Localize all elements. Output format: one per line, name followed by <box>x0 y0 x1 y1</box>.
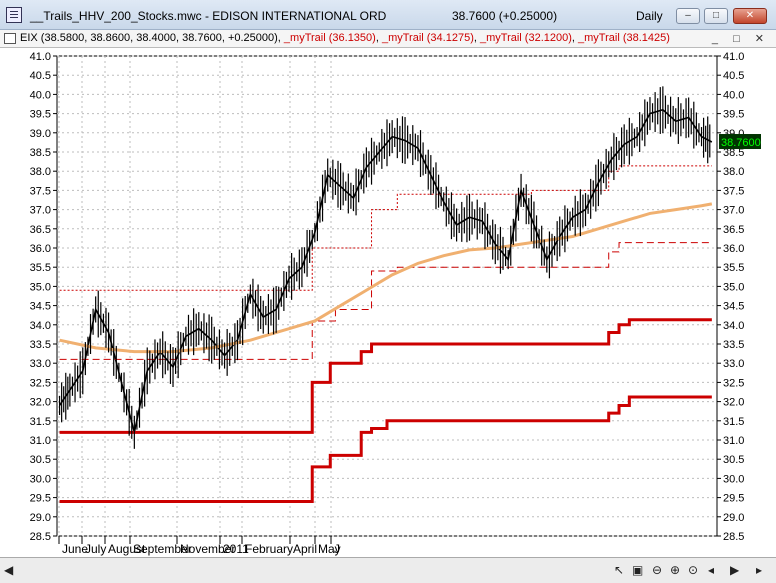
y-tick-label-left: 39.0 <box>30 128 51 140</box>
y-tick-label-right: 33.5 <box>723 339 744 351</box>
close-button[interactable]: ✕ <box>733 8 767 24</box>
y-tick-label-left: 31.0 <box>30 435 51 447</box>
title-period: Daily <box>636 9 663 23</box>
y-tick-label-right: 35.5 <box>723 262 744 274</box>
y-tick-label-left: 40.5 <box>30 70 51 82</box>
y-tick-label-left: 31.5 <box>30 416 51 428</box>
y-tick-label-left: 32.5 <box>30 377 51 389</box>
cursor-icon[interactable]: ↖ <box>614 563 624 577</box>
y-tick-label-right: 30.0 <box>723 473 744 485</box>
y-tick-label-right: 28.5 <box>723 531 744 543</box>
y-tick-label-right: 34.5 <box>723 301 744 313</box>
y-tick-label-right: 31.0 <box>723 435 744 447</box>
y-tick-label-right: 36.5 <box>723 224 744 236</box>
y-tick-label-right: 35.0 <box>723 281 744 293</box>
legend-window-buttons[interactable]: _ □ ✕ <box>712 32 770 45</box>
y-tick-label-left: 28.5 <box>30 531 51 543</box>
y-tick-label-right: 41.0 <box>723 51 744 63</box>
y-tick-label-right: 32.5 <box>723 377 744 389</box>
legend-trail-4: _myTrail (38.1425) <box>578 32 670 44</box>
scroll-left-icon[interactable]: ◀ <box>4 563 13 577</box>
y-tick-label-left: 38.5 <box>30 147 51 159</box>
y-tick-label-right: 40.0 <box>723 89 744 101</box>
legend-trail-1: _myTrail (36.1350) <box>283 32 376 44</box>
legend-window-icon <box>4 33 16 44</box>
statusbar: ◀ ▶ ↖ ▣ ⊖ ⊕ ⊙ ◂ ▸ <box>0 557 776 583</box>
y-tick-label-left: 30.0 <box>30 473 51 485</box>
y-tick-label-left: 29.5 <box>30 493 51 505</box>
last-price-label: 38.7600 <box>721 137 761 149</box>
y-tick-label-right: 40.5 <box>723 70 744 82</box>
y-tick-label-left: 35.5 <box>30 262 51 274</box>
y-tick-label-left: 40.0 <box>30 89 51 101</box>
window-titlebar: __Trails_HHV_200_Stocks.mwc - EDISON INT… <box>0 0 776 30</box>
y-tick-label-right: 31.5 <box>723 416 744 428</box>
y-tick-label-left: 36.0 <box>30 243 51 255</box>
legend-symbol: EIX (38.5800, 38.8600, 38.4000, 38.7600,… <box>20 32 284 44</box>
scroll-right-icon[interactable]: ▶ <box>730 563 739 577</box>
pan-left-icon[interactable]: ◂ <box>708 563 714 577</box>
y-tick-label-right: 33.0 <box>723 358 744 370</box>
zoom-in-icon[interactable]: ⊕ <box>670 563 680 577</box>
y-tick-label-right: 30.5 <box>723 454 744 466</box>
x-tick-label: February <box>245 542 293 556</box>
y-tick-label-right: 34.0 <box>723 320 744 332</box>
y-tick-label-left: 35.0 <box>30 281 51 293</box>
chart-window-icon <box>6 7 22 23</box>
y-tick-label-left: 30.5 <box>30 454 51 466</box>
y-tick-label-right: 36.0 <box>723 243 744 255</box>
y-tick-label-right: 38.0 <box>723 166 744 178</box>
y-tick-label-right: 32.0 <box>723 397 744 409</box>
zoom-out-icon[interactable]: ⊖ <box>652 563 662 577</box>
y-tick-label-right: 37.5 <box>723 185 744 197</box>
y-tick-label-right: 29.0 <box>723 512 744 524</box>
y-tick-label-left: 37.5 <box>30 185 51 197</box>
legend-text: EIX (38.5800, 38.8600, 38.4000, 38.7600,… <box>20 32 670 44</box>
minimize-button[interactable]: – <box>676 8 700 24</box>
x-tick-label: J <box>334 542 340 556</box>
y-tick-label-left: 39.5 <box>30 109 51 121</box>
x-tick-label: April <box>293 542 317 556</box>
y-tick-label-left: 38.0 <box>30 166 51 178</box>
y-tick-label-left: 32.0 <box>30 397 51 409</box>
chart-legend: EIX (38.5800, 38.8600, 38.4000, 38.7600,… <box>0 30 776 48</box>
chart-icon[interactable]: ▣ <box>632 563 643 577</box>
y-tick-label-left: 29.0 <box>30 512 51 524</box>
y-tick-label-left: 36.5 <box>30 224 51 236</box>
legend-trail-2: _myTrail (34.1275) <box>381 32 474 44</box>
title-price-summary: 38.7600 (+0.25000) <box>452 9 558 23</box>
y-tick-label-right: 29.5 <box>723 493 744 505</box>
y-tick-label-left: 37.0 <box>30 205 51 217</box>
y-tick-label-right: 37.0 <box>723 205 744 217</box>
x-tick-label: July <box>85 542 106 556</box>
price-chart[interactable]: 28.5 28.5 29.0 29.0 29.5 29.5 30.0 30.0 30.5 30.5… <box>0 48 776 557</box>
y-tick-label-right: 39.5 <box>723 109 744 121</box>
zoom-reset-icon[interactable]: ⊙ <box>688 563 698 577</box>
maximize-button[interactable]: □ <box>704 8 728 24</box>
y-tick-label-left: 41.0 <box>30 51 51 63</box>
legend-trail-3: _myTrail (32.1200) <box>479 32 572 44</box>
y-tick-label-left: 34.5 <box>30 301 51 313</box>
y-tick-label-left: 33.5 <box>30 339 51 351</box>
y-tick-label-left: 34.0 <box>30 320 51 332</box>
y-tick-label-left: 33.0 <box>30 358 51 370</box>
window-title: __Trails_HHV_200_Stocks.mwc - EDISON INT… <box>30 9 387 23</box>
pan-right-icon[interactable]: ▸ <box>756 563 762 577</box>
